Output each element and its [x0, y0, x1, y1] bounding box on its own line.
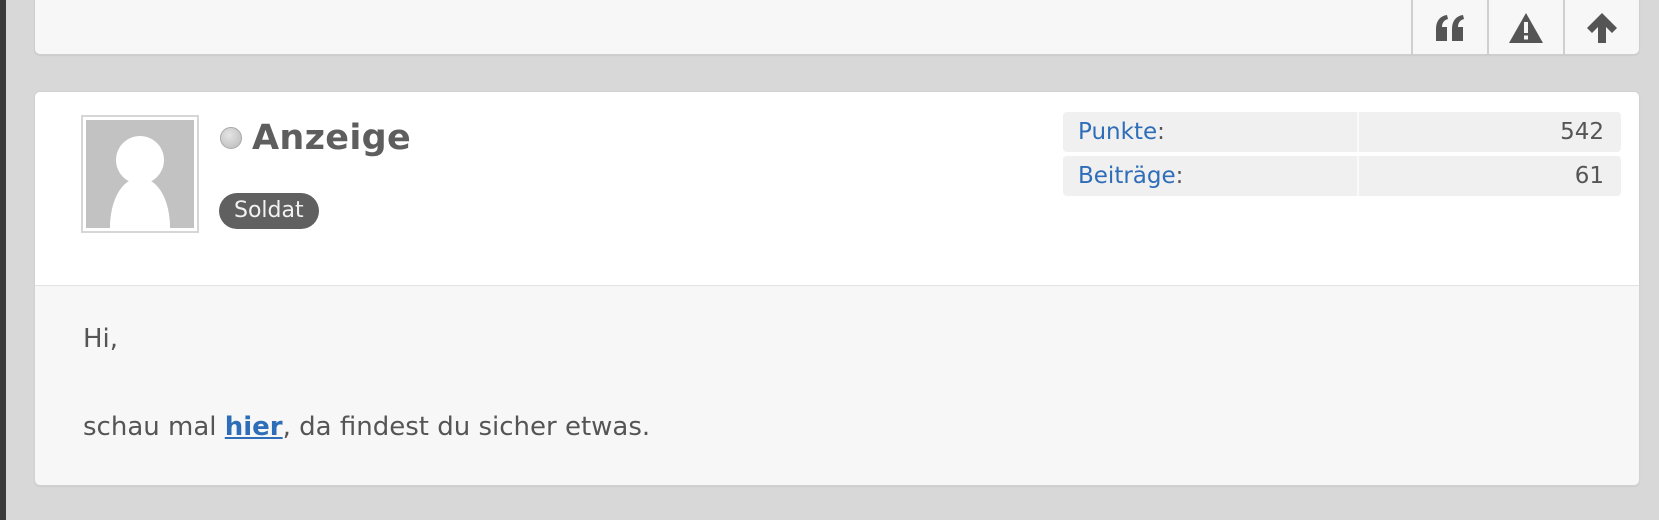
stat-value-points: 542 [1560, 119, 1604, 145]
stat-label-points[interactable]: Punkte [1078, 119, 1157, 145]
user-rank-badge: Soldat [219, 193, 319, 229]
post-body: Hi, schau mal hier, da findest du sicher… [35, 286, 1639, 446]
stat-label-posts[interactable]: Beiträge [1078, 163, 1176, 189]
online-status-indicator [220, 127, 242, 149]
post-message: schau mal hier, da findest du sicher etw… [83, 412, 651, 442]
stat-row-posts: Beiträge: 61 [1063, 156, 1621, 196]
previous-post [34, 0, 1640, 55]
post-greeting: Hi, [83, 324, 119, 354]
quote-button[interactable] [1411, 0, 1487, 55]
author-name[interactable]: Anzeige [252, 117, 411, 159]
stat-row-points: Punkte: 542 [1063, 112, 1621, 152]
warning-icon [1509, 13, 1543, 43]
quote-icon [1434, 15, 1466, 41]
report-button[interactable] [1487, 0, 1563, 55]
forum-post: Anzeige Soldat Punkte: 542 Beiträge: 61 … [34, 91, 1640, 486]
scroll-top-button[interactable] [1563, 0, 1639, 55]
post-link-hier[interactable]: hier [225, 412, 283, 442]
post-action-bar [1411, 0, 1639, 55]
arrow-up-icon [1587, 13, 1617, 43]
stat-value-posts: 61 [1574, 163, 1604, 189]
post-header: Anzeige Soldat Punkte: 542 Beiträge: 61 [35, 92, 1639, 286]
author-stats: Punkte: 542 Beiträge: 61 [1063, 112, 1621, 200]
avatar[interactable] [81, 115, 199, 233]
default-avatar-icon [86, 120, 194, 228]
window-edge [0, 0, 6, 520]
